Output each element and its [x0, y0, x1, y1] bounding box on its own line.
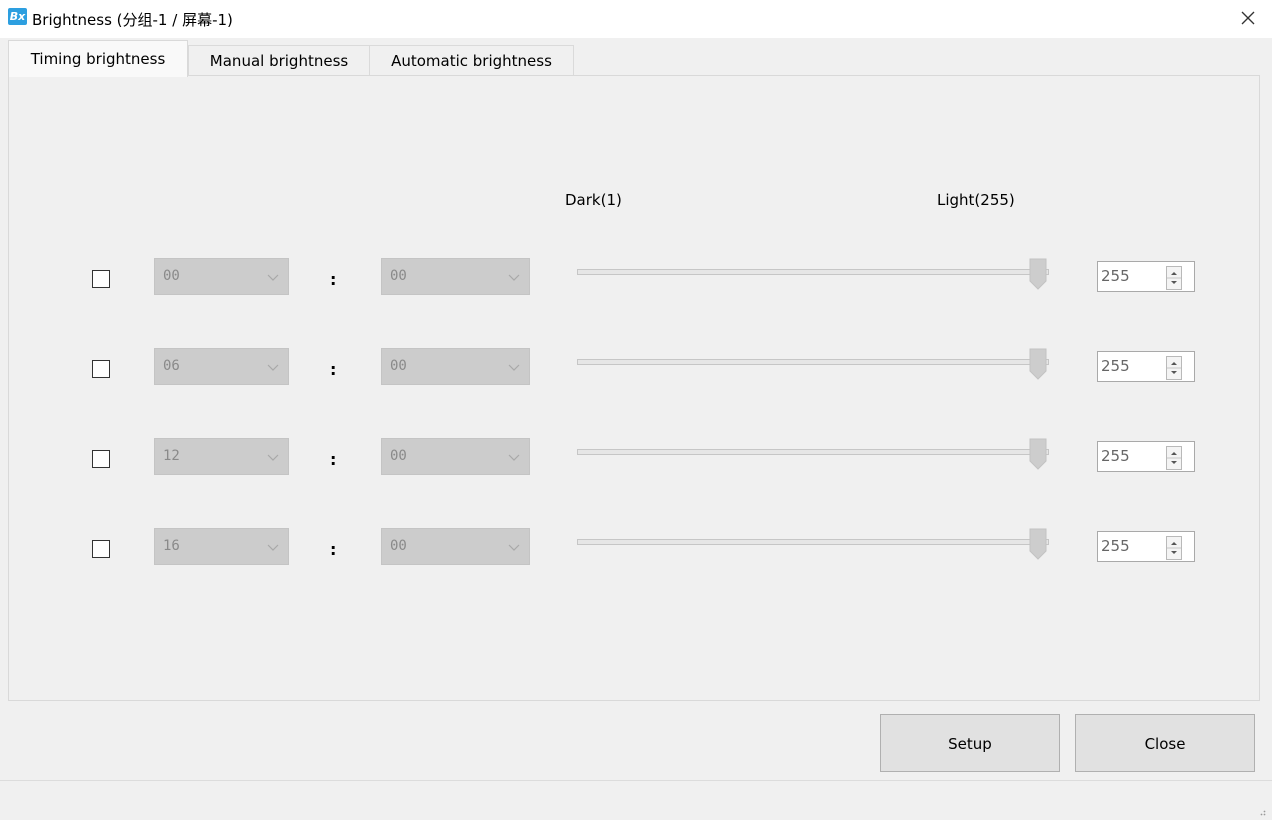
- minute-select[interactable]: 00: [381, 528, 530, 565]
- brightness-value: 255: [1101, 267, 1130, 285]
- spin-buttons[interactable]: [1166, 356, 1182, 380]
- hour-value: 12: [163, 448, 180, 464]
- spin-buttons[interactable]: [1166, 266, 1182, 290]
- timing-row: 06 : 00 255: [9, 348, 1259, 388]
- minute-value: 00: [390, 448, 407, 464]
- brightness-value: 255: [1101, 447, 1130, 465]
- brightness-slider-track[interactable]: [577, 539, 1049, 545]
- hour-value: 16: [163, 538, 180, 554]
- minute-select[interactable]: 00: [381, 438, 530, 475]
- window-title: Brightness (分组-1 / 屏幕-1): [32, 11, 233, 29]
- setup-button[interactable]: Setup: [880, 714, 1060, 772]
- tab-automatic-brightness[interactable]: Automatic brightness: [369, 45, 574, 76]
- time-separator: :: [330, 540, 337, 559]
- spin-arrows-icon: [1167, 542, 1181, 554]
- spin-arrows-icon: [1167, 362, 1181, 374]
- tab-manual-brightness[interactable]: Manual brightness: [188, 45, 370, 76]
- brightness-spinbox[interactable]: 255: [1097, 261, 1195, 292]
- minute-value: 00: [390, 268, 407, 284]
- hour-select[interactable]: 06: [154, 348, 289, 385]
- light-label: Light(255): [937, 191, 1015, 209]
- minute-select[interactable]: 00: [381, 348, 530, 385]
- brightness-spinbox[interactable]: 255: [1097, 531, 1195, 562]
- chevron-down-icon: [267, 364, 279, 371]
- chevron-down-icon: [267, 454, 279, 461]
- brightness-slider-track[interactable]: [577, 269, 1049, 275]
- spin-arrows-icon: [1167, 272, 1181, 284]
- minute-select[interactable]: 00: [381, 258, 530, 295]
- brightness-slider-thumb[interactable]: [1029, 438, 1047, 470]
- chevron-down-icon: [267, 274, 279, 281]
- close-icon: [1241, 11, 1255, 25]
- brightness-slider-track[interactable]: [577, 449, 1049, 455]
- window-close-button[interactable]: [1234, 4, 1262, 32]
- time-separator: :: [330, 270, 337, 289]
- spin-buttons[interactable]: [1166, 536, 1182, 560]
- brightness-spinbox[interactable]: 255: [1097, 351, 1195, 382]
- close-button[interactable]: Close: [1075, 714, 1255, 772]
- brightness-slider-track[interactable]: [577, 359, 1049, 365]
- hour-value: 00: [163, 268, 180, 284]
- chevron-down-icon: [508, 544, 520, 551]
- hour-value: 06: [163, 358, 180, 374]
- row-enable-checkbox[interactable]: [92, 540, 110, 558]
- chevron-down-icon: [508, 274, 520, 281]
- timing-row: 00 : 00 255: [9, 258, 1259, 298]
- status-bar-divider: [0, 780, 1272, 781]
- dark-label: Dark(1): [565, 191, 622, 209]
- spin-arrows-icon: [1167, 452, 1181, 464]
- hour-select[interactable]: 12: [154, 438, 289, 475]
- brightness-value: 255: [1101, 537, 1130, 555]
- app-logo-icon: Bx: [8, 8, 27, 25]
- chevron-down-icon: [508, 454, 520, 461]
- chevron-down-icon: [267, 544, 279, 551]
- brightness-spinbox[interactable]: 255: [1097, 441, 1195, 472]
- timing-brightness-panel: Dark(1) Light(255) 00 : 00 255 06: 00 2…: [8, 75, 1260, 701]
- hour-select[interactable]: 16: [154, 528, 289, 565]
- row-enable-checkbox[interactable]: [92, 270, 110, 288]
- time-separator: :: [330, 450, 337, 469]
- brightness-value: 255: [1101, 357, 1130, 375]
- tab-timing-brightness[interactable]: Timing brightness: [8, 40, 188, 77]
- time-separator: :: [330, 360, 337, 379]
- resize-grip-icon[interactable]: [1258, 808, 1266, 816]
- brightness-slider-thumb[interactable]: [1029, 528, 1047, 560]
- minute-value: 00: [390, 358, 407, 374]
- chevron-down-icon: [508, 364, 520, 371]
- brightness-slider-thumb[interactable]: [1029, 348, 1047, 380]
- spin-buttons[interactable]: [1166, 446, 1182, 470]
- title-bar: Bx Brightness (分组-1 / 屏幕-1): [0, 0, 1272, 38]
- timing-row: 12 : 00 255: [9, 438, 1259, 478]
- timing-row: 16 : 00 255: [9, 528, 1259, 568]
- row-enable-checkbox[interactable]: [92, 450, 110, 468]
- hour-select[interactable]: 00: [154, 258, 289, 295]
- minute-value: 00: [390, 538, 407, 554]
- brightness-slider-thumb[interactable]: [1029, 258, 1047, 290]
- row-enable-checkbox[interactable]: [92, 360, 110, 378]
